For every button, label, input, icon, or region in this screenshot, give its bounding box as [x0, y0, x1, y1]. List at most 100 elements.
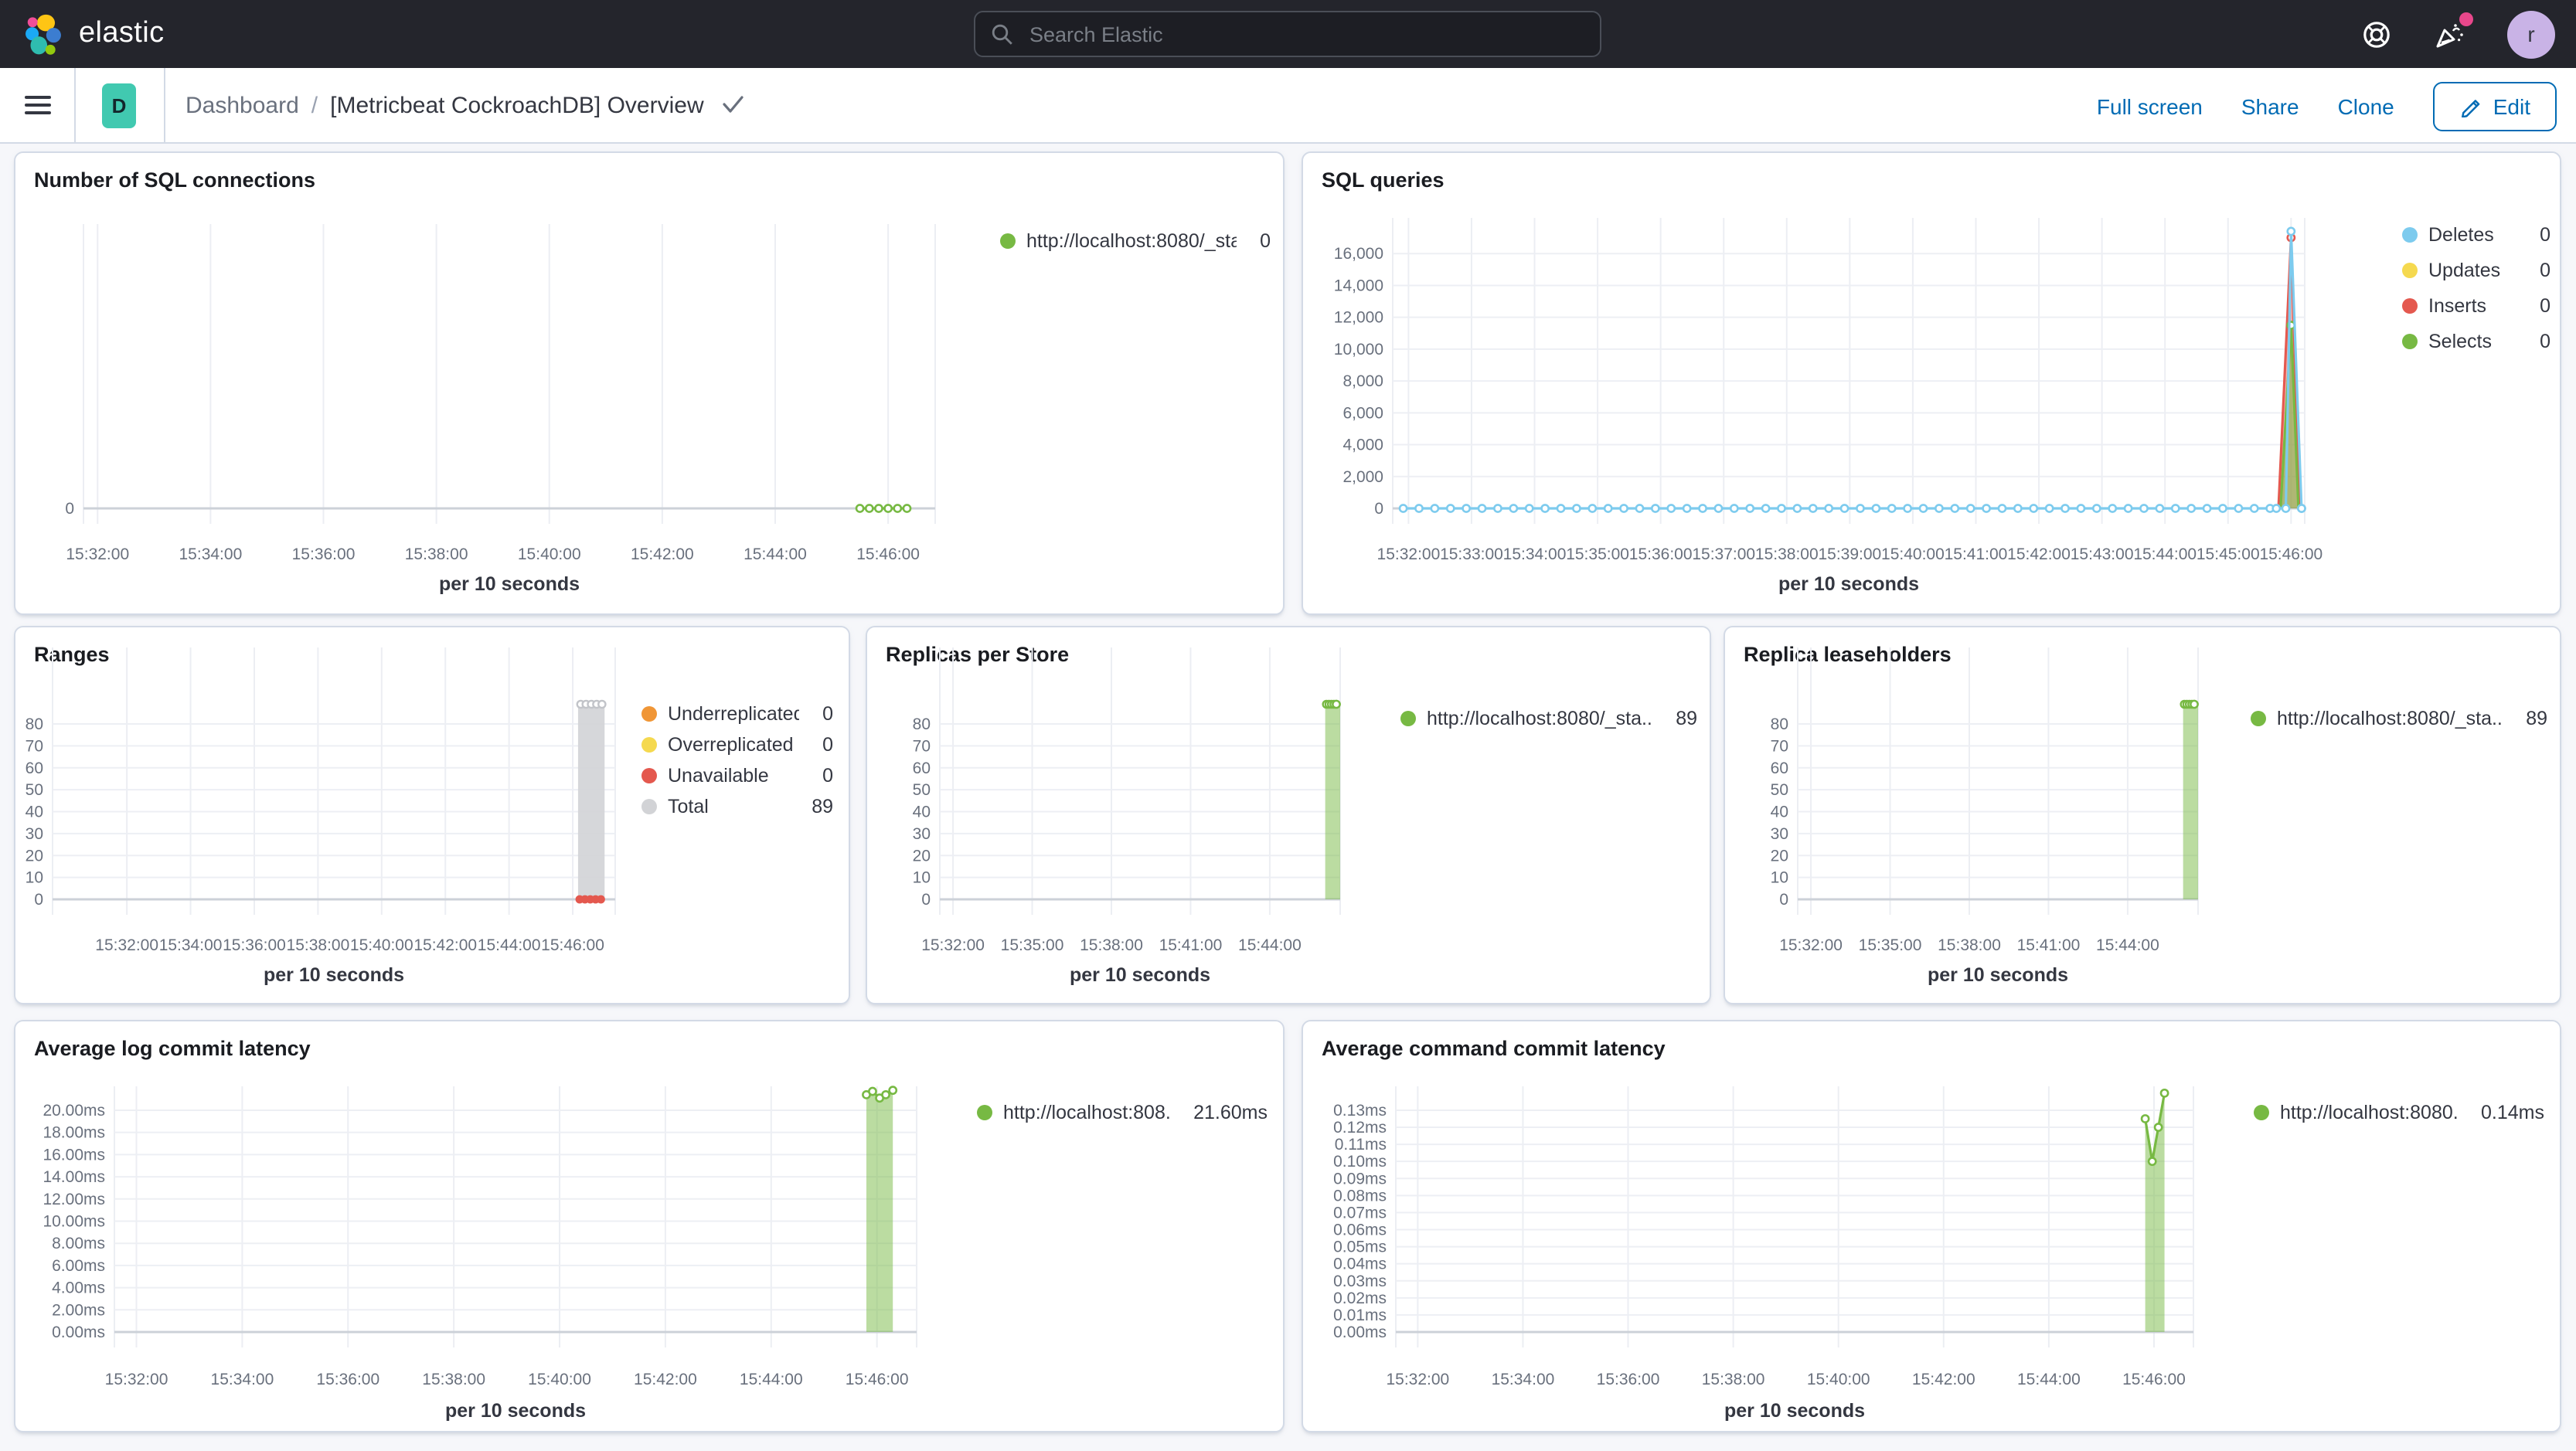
- svg-text:70: 70: [26, 737, 43, 755]
- svg-text:0: 0: [34, 891, 43, 909]
- command-commit-latency-chart[interactable]: 0.00ms 0.01ms 0.02ms 0.03ms 0.04ms 0.05ms 0.06…: [1303, 1021, 2560, 1431]
- legend-item[interactable]: http://localhost:808... 21.60ms: [977, 1102, 1268, 1123]
- elastic-logo-icon: [26, 13, 61, 54]
- legend-item[interactable]: Unavailable 0: [641, 765, 833, 787]
- help-button[interactable]: [2359, 17, 2393, 51]
- svg-text:15:46:00: 15:46:00: [541, 936, 604, 954]
- svg-text:15:44:00: 15:44:00: [744, 545, 807, 563]
- svg-text:15:36:00: 15:36:00: [223, 936, 286, 954]
- legend-value: 0.14ms: [2481, 1102, 2544, 1123]
- svg-text:8,000: 8,000: [1342, 372, 1383, 390]
- svg-text:50: 50: [1771, 781, 1788, 799]
- legend-value: 0: [2540, 260, 2550, 281]
- svg-text:15:44:00: 15:44:00: [2017, 1371, 2081, 1388]
- legend-dot-icon: [641, 799, 657, 814]
- legend-value: 0: [2540, 295, 2550, 317]
- legend-dot-icon: [641, 706, 657, 722]
- replicas-per-store-chart[interactable]: 0 10 20 30 40 50 60 70 80 15:32:00 15:35:00 15:38:0…: [867, 627, 1710, 1003]
- sql-connections-chart[interactable]: 0 15:32:00 15:34:00 15:36:00 15:38:00 15:40:0…: [15, 153, 1283, 613]
- legend-value: 21.60ms: [1193, 1102, 1268, 1123]
- svg-text:15:45:00: 15:45:00: [2197, 545, 2260, 563]
- svg-text:4,000: 4,000: [1342, 437, 1383, 454]
- svg-text:15:40:00: 15:40:00: [518, 545, 581, 563]
- svg-text:15:46:00: 15:46:00: [846, 1371, 909, 1388]
- svg-text:per 10 seconds: per 10 seconds: [1928, 964, 2068, 986]
- legend-item[interactable]: Overreplicated 0: [641, 734, 833, 756]
- user-avatar[interactable]: r: [2507, 10, 2555, 58]
- svg-text:6.00ms: 6.00ms: [52, 1257, 105, 1275]
- svg-text:14.00ms: 14.00ms: [43, 1168, 105, 1186]
- breadcrumb-dashboard-link[interactable]: Dashboard: [185, 92, 299, 118]
- svg-text:per 10 seconds: per 10 seconds: [1070, 964, 1210, 986]
- legend-dot-icon: [2254, 1105, 2269, 1120]
- search-input[interactable]: [1026, 21, 1584, 47]
- svg-text:15:46:00: 15:46:00: [2122, 1371, 2186, 1388]
- svg-text:0: 0: [1779, 891, 1788, 909]
- legend-dot-icon: [2251, 711, 2266, 726]
- divider: [164, 68, 165, 142]
- legend-item[interactable]: Deletes 0: [2402, 224, 2550, 246]
- legend-value: 0: [1260, 230, 1271, 252]
- legend-value: 0: [2540, 224, 2550, 246]
- svg-text:15:44:00: 15:44:00: [2133, 545, 2197, 563]
- sql-queries-legend: Deletes 0 Updates 0 Inserts 0 Selects 0: [2402, 224, 2550, 352]
- full-screen-button[interactable]: Full screen: [2097, 93, 2203, 118]
- svg-text:15:39:00: 15:39:00: [1818, 545, 1881, 563]
- dashboard-list-toggle[interactable]: [723, 96, 744, 114]
- legend-item[interactable]: Underreplicated 0: [641, 703, 833, 725]
- sql-connections-legend: http://localhost:8080/_stat... 0: [1000, 230, 1271, 252]
- legend-item[interactable]: Total 89: [641, 796, 833, 817]
- svg-text:15:35:00: 15:35:00: [1566, 545, 1629, 563]
- legend-value: 0: [822, 765, 833, 787]
- page-title: [Metricbeat CockroachDB] Overview: [330, 92, 704, 118]
- svg-text:60: 60: [26, 759, 43, 777]
- clone-button[interactable]: Clone: [2338, 93, 2394, 118]
- space-badge[interactable]: D: [102, 83, 136, 127]
- breadcrumb: Dashboard / [Metricbeat CockroachDB] Ove…: [185, 92, 744, 118]
- svg-text:15:38:00: 15:38:00: [287, 936, 350, 954]
- command-commit-latency-legend: http://localhost:8080... 0.14ms: [2254, 1102, 2544, 1123]
- legend-value: 0: [822, 703, 833, 725]
- legend-dot-icon: [641, 737, 657, 753]
- svg-text:15:46:00: 15:46:00: [856, 545, 920, 563]
- edit-button-label: Edit: [2493, 93, 2530, 118]
- svg-text:15:42:00: 15:42:00: [1912, 1371, 1975, 1388]
- svg-text:15:32:00: 15:32:00: [1377, 545, 1441, 563]
- svg-text:15:42:00: 15:42:00: [2007, 545, 2071, 563]
- svg-text:20: 20: [26, 847, 43, 865]
- edit-button[interactable]: Edit: [2432, 81, 2557, 131]
- svg-text:15:46:00: 15:46:00: [2259, 545, 2322, 563]
- menu-button[interactable]: [25, 95, 51, 115]
- svg-text:per 10 seconds: per 10 seconds: [445, 1400, 586, 1422]
- elastic-logo[interactable]: elastic: [25, 13, 165, 55]
- svg-text:15:32:00: 15:32:00: [921, 936, 985, 954]
- svg-text:50: 50: [913, 781, 931, 799]
- svg-text:8.00ms: 8.00ms: [52, 1235, 105, 1252]
- legend-label: Unavailable: [668, 765, 769, 787]
- panel-ranges: 0 10 20 30 40 50 60 70 80 15:32:00 15:34:00 15:36:0…: [14, 626, 850, 1004]
- replica-leaseholders-chart[interactable]: 0 10 20 30 40 50 60 70 80 15:32:00 15:35:00 15:38:0…: [1725, 627, 2560, 1003]
- legend-item[interactable]: http://localhost:8080/_sta... 89: [2251, 708, 2547, 729]
- legend-item[interactable]: Inserts 0: [2402, 295, 2550, 317]
- svg-text:15:38:00: 15:38:00: [1938, 936, 2001, 954]
- app-window: elastic Search Elastic r D Dashboard / […: [0, 0, 2576, 1451]
- legend-item[interactable]: http://localhost:8080/_sta... 89: [1400, 708, 1697, 729]
- news-button[interactable]: [2433, 12, 2473, 51]
- legend-label: Underreplicated: [668, 703, 800, 725]
- legend-item[interactable]: http://localhost:8080... 0.14ms: [2254, 1102, 2544, 1123]
- share-button[interactable]: Share: [2241, 93, 2299, 118]
- svg-text:15:36:00: 15:36:00: [316, 1371, 379, 1388]
- global-search[interactable]: [974, 11, 1601, 57]
- legend-dot-icon: [1000, 233, 1016, 249]
- svg-text:15:40:00: 15:40:00: [1881, 545, 1945, 563]
- legend-item[interactable]: Updates 0: [2402, 260, 2550, 281]
- legend-dot-icon: [2402, 263, 2418, 278]
- sql-queries-chart[interactable]: 0 2,000 4,000 6,000 8,000 10,000 12,000 14,000 1…: [1303, 153, 2560, 613]
- svg-text:15:38:00: 15:38:00: [1702, 1371, 1765, 1388]
- legend-item[interactable]: http://localhost:8080/_stat... 0: [1000, 230, 1271, 252]
- log-commit-latency-chart[interactable]: 0.00ms 2.00ms 4.00ms 6.00ms 8.00ms 10.00ms 12.…: [15, 1021, 1283, 1431]
- svg-text:10: 10: [1771, 869, 1788, 887]
- svg-text:10.00ms: 10.00ms: [43, 1212, 105, 1230]
- legend-item[interactable]: Selects 0: [2402, 331, 2550, 352]
- svg-text:per 10 seconds: per 10 seconds: [264, 964, 404, 986]
